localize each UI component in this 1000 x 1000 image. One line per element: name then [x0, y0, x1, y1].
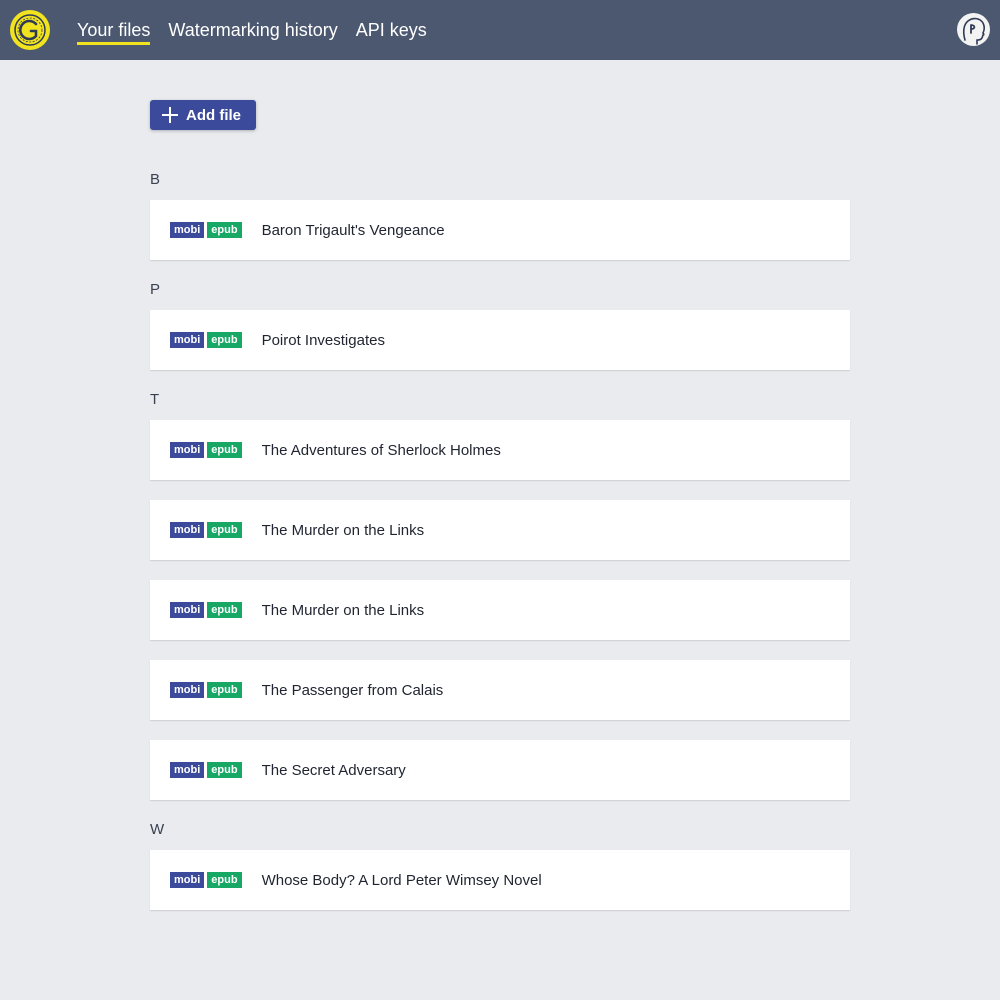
file-title: Baron Trigault's Vengeance [261, 221, 445, 239]
file-list: mobi epub The Adventures of Sherlock Hol… [150, 420, 850, 800]
add-file-button[interactable]: Add file [150, 100, 256, 130]
nav-api-keys[interactable]: API keys [356, 0, 427, 60]
mobi-badge: mobi [170, 442, 205, 458]
group-b: B mobi epub Baron Trigault's Vengeance [150, 170, 850, 260]
section-letter: W [150, 821, 165, 838]
file-title: The Murder on the Links [261, 521, 425, 539]
file-list: mobi epub Baron Trigault's Vengeance [150, 200, 850, 260]
epub-badge: epub [207, 222, 242, 238]
epub-badge: epub [207, 602, 242, 618]
logo-mark [14, 14, 46, 46]
avatar-profile-drawing [962, 17, 985, 45]
mobi-badge: mobi [170, 332, 205, 348]
file-title: The Passenger from Calais [261, 681, 444, 699]
user-avatar-icon[interactable] [957, 13, 990, 46]
group-w: W mobi epub Whose Body? A Lord Peter Wim… [150, 820, 850, 910]
mobi-badge: mobi [170, 602, 205, 618]
file-title: The Secret Adversary [261, 761, 406, 779]
plus-icon [162, 107, 178, 123]
section-letter: B [150, 171, 161, 188]
file-row[interactable]: mobi epub The Passenger from Calais [150, 660, 850, 720]
file-row[interactable]: mobi epub The Murder on the Links [150, 580, 850, 640]
file-title: The Adventures of Sherlock Holmes [261, 441, 501, 459]
mobi-badge: mobi [170, 522, 205, 538]
file-title: Whose Body? A Lord Peter Wimsey Novel [261, 871, 542, 889]
mobi-badge: mobi [170, 682, 205, 698]
epub-badge: epub [207, 682, 242, 698]
nav-watermarking-history[interactable]: Watermarking history [168, 0, 337, 60]
file-list: mobi epub Poirot Investigates [150, 310, 850, 370]
section-letter: P [150, 281, 161, 298]
file-row[interactable]: mobi epub Baron Trigault's Vengeance [150, 200, 850, 260]
file-row[interactable]: mobi epub The Murder on the Links [150, 500, 850, 560]
file-title: The Murder on the Links [261, 601, 425, 619]
file-row[interactable]: mobi epub Whose Body? A Lord Peter Wimse… [150, 850, 850, 910]
mobi-badge: mobi [170, 872, 205, 888]
epub-badge: epub [207, 762, 242, 778]
mobi-badge: mobi [170, 762, 205, 778]
file-list-page: Add file B mobi epub Baron Trigault's Ve… [150, 60, 850, 910]
group-p: P mobi epub Poirot Investigates [150, 280, 850, 370]
file-row[interactable]: mobi epub Poirot Investigates [150, 310, 850, 370]
file-row[interactable]: mobi epub The Adventures of Sherlock Hol… [150, 420, 850, 480]
file-title: Poirot Investigates [261, 331, 385, 349]
epub-badge: epub [207, 872, 242, 888]
epub-badge: epub [207, 332, 242, 348]
nav-your-files[interactable]: Your files [77, 0, 151, 60]
section-letter: T [150, 391, 160, 408]
add-file-label: Add file [186, 106, 241, 124]
brand-logo-icon[interactable] [10, 10, 50, 50]
file-row[interactable]: mobi epub The Secret Adversary [150, 740, 850, 800]
mobi-badge: mobi [170, 222, 205, 238]
main-nav: Your files Watermarking history API keys [77, 0, 445, 60]
epub-badge: epub [207, 522, 242, 538]
group-t: T mobi epub The Adventures of Sherlock H… [150, 390, 850, 800]
top-bar: Your files Watermarking history API keys [0, 0, 1000, 60]
epub-badge: epub [207, 442, 242, 458]
file-list: mobi epub Whose Body? A Lord Peter Wimse… [150, 850, 850, 910]
